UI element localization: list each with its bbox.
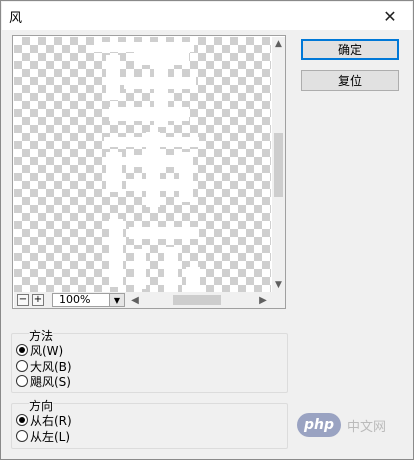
title-bar: 风 ✕ [2, 2, 412, 30]
zoom-in-button[interactable]: + [32, 294, 44, 306]
zoom-dropdown-button[interactable]: ▼ [110, 293, 125, 307]
radio-icon [16, 375, 28, 387]
zoom-out-button[interactable]: − [17, 294, 29, 306]
method-option-blast[interactable]: 大风(B) [16, 359, 72, 374]
scroll-down-icon[interactable]: ▼ [272, 278, 285, 292]
preview-toolbar: − + 100% ▼ ◀ ▶ [14, 292, 285, 308]
radio-icon [16, 360, 28, 372]
scroll-up-icon[interactable]: ▲ [272, 37, 285, 51]
radio-selected-icon [16, 344, 28, 356]
zoom-out-icon: − [18, 294, 28, 305]
method-option-label: 飓风(S) [30, 374, 71, 389]
radio-selected-icon [16, 414, 28, 426]
watermark-logo: php [297, 413, 341, 437]
site-watermark: php 中文网 [297, 413, 386, 437]
watermark-text: 中文网 [347, 419, 387, 435]
horizontal-scroll-thumb[interactable] [173, 295, 221, 305]
radio-icon [16, 430, 28, 442]
method-option-wind[interactable]: 风(W) [16, 343, 64, 358]
wind-text-preview [94, 42, 200, 292]
direction-option-left[interactable]: 从左(L) [16, 429, 71, 444]
preview-horizontal-scrollbar[interactable]: ◀ ▶ [129, 293, 269, 307]
wind-filter-dialog: 风 ✕ ▲ ▼ − + 100% ▼ ◀ ▶ 确定 复位 方法 风(W) 大风(… [0, 0, 414, 460]
zoom-in-icon: + [33, 294, 43, 305]
chevron-down-icon: ▼ [113, 295, 121, 305]
zoom-level-field[interactable]: 100% [52, 293, 110, 307]
method-option-stagger[interactable]: 飓风(S) [16, 374, 71, 389]
preview-vertical-scrollbar[interactable]: ▲ ▼ [272, 37, 285, 292]
preview-panel: ▲ ▼ − + 100% ▼ ◀ ▶ [12, 35, 286, 309]
close-icon: ✕ [383, 6, 397, 26]
direction-option-right[interactable]: 从右(R) [16, 413, 72, 428]
reset-button[interactable]: 复位 [301, 70, 399, 91]
dialog-title: 风 [9, 11, 23, 26]
close-button[interactable]: ✕ [368, 2, 412, 30]
direction-option-label: 从左(L) [30, 429, 71, 444]
ok-button[interactable]: 确定 [301, 39, 399, 60]
vertical-scroll-thumb[interactable] [274, 133, 283, 197]
direction-option-label: 从右(R) [30, 413, 72, 428]
method-option-label: 风(W) [30, 343, 64, 358]
scroll-right-icon[interactable]: ▶ [257, 293, 269, 307]
scroll-left-icon[interactable]: ◀ [129, 293, 141, 307]
preview-canvas[interactable] [14, 37, 271, 292]
